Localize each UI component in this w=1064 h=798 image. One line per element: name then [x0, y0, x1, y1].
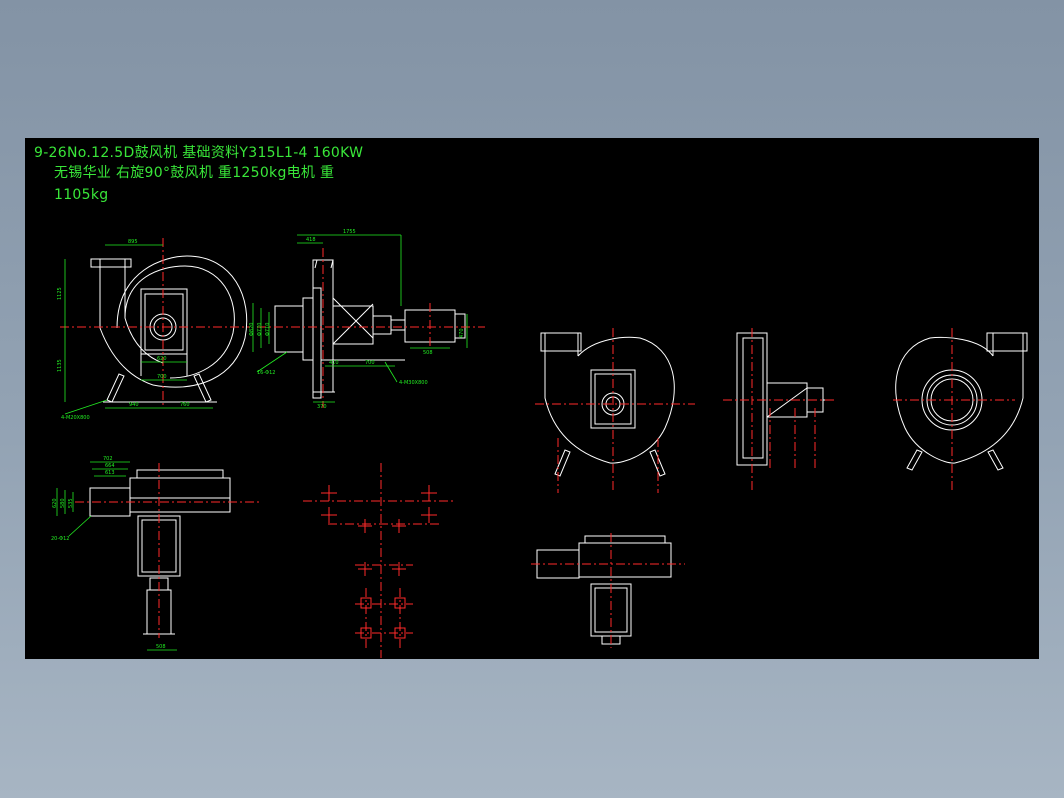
dim-front-h-lower: 1135 — [57, 359, 63, 372]
drawing-title-line-1: 9-26No.12.5D鼓风机 基础资料Y315L1-4 160KW — [34, 145, 364, 161]
right-side-view — [723, 328, 835, 493]
dim-front-base-right: 760 — [180, 402, 190, 408]
dim-side-motor: 508 — [423, 350, 433, 356]
right-front-view — [535, 328, 695, 493]
dim-front-inner: 620 — [157, 356, 167, 362]
dim-front-base-inner: 700 — [157, 374, 167, 380]
dim-plan-top-3: 613 — [105, 470, 115, 476]
dim-side-right: 470 — [459, 328, 465, 338]
right-rear-view — [893, 328, 1028, 493]
dim-plan-left-3: 535 — [68, 498, 74, 508]
dim-front-base-left: 940 — [129, 402, 139, 408]
dim-plan-motor: 508 — [156, 644, 166, 650]
cad-drawing-canvas[interactable]: .w { stroke:#fff; fill:none; stroke-widt… — [25, 138, 1039, 659]
dim-plan-left-1: 620 — [52, 498, 58, 508]
dim-side-top-total: 1755 — [343, 229, 356, 235]
plan-view: 702 664 613 620 580 535 20-Φ12 508 — [51, 456, 260, 651]
dim-side-vert-2: Φ770 — [257, 323, 263, 336]
dim-side-base: 370 — [317, 404, 327, 410]
dim-side-top-small: 418 — [306, 237, 316, 243]
dim-side-vert-1: Φ820 — [249, 323, 255, 336]
label-front-bolts: 4-M20X800 — [61, 415, 90, 421]
front-view: 895 1125 1135 620 700 940 760 4-M20X800 — [57, 238, 250, 421]
side-view: 418 1755 Φ820 Φ770 Φ710 410 700 508 470 … — [249, 229, 485, 410]
label-side-bolts: 4-M30X800 — [399, 380, 428, 386]
label-side-holes: 16-Φ12 — [257, 370, 275, 376]
dim-front-top: 895 — [128, 239, 138, 245]
dim-side-bottom-left: 410 — [329, 360, 339, 366]
dim-plan-top-1: 702 — [103, 456, 113, 462]
dim-plan-top-2: 664 — [105, 463, 115, 469]
dim-side-vert-3: Φ710 — [265, 323, 271, 336]
dim-front-h-upper: 1125 — [57, 287, 63, 300]
drawing-title-line-2: 无锡华业 右旋90°鼓风机 重1250kg电机 重 — [54, 165, 335, 181]
dim-plan-left-2: 580 — [60, 498, 66, 508]
foundation-plan — [303, 463, 453, 658]
fan-drawing-sheet: .w { stroke:#fff; fill:none; stroke-widt… — [51, 229, 1028, 658]
dim-side-bottom-mid: 700 — [365, 360, 375, 366]
drawing-title-line-3: 1105kg — [54, 187, 109, 203]
right-plan-view — [531, 533, 685, 648]
label-plan-holes: 20-Φ12 — [51, 536, 69, 542]
